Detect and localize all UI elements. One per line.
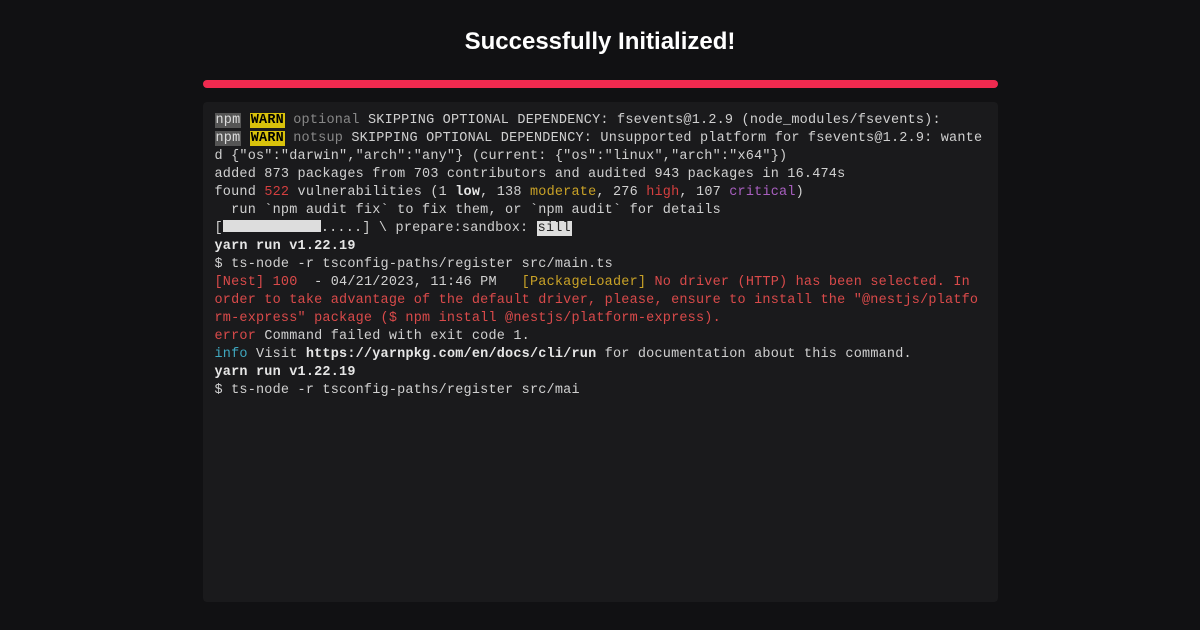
log-text: .....] \ prepare:sandbox: [321,221,537,236]
error-tag: error [215,329,257,344]
vuln-critical: critical [729,185,795,200]
terminal-output: npm WARN optional SKIPPING OPTIONAL DEPE… [203,102,998,602]
log-text: Command failed with exit code 1. [256,329,530,344]
vuln-count: 522 [264,185,289,200]
log-text: , 276 [596,185,646,200]
log-line: [Nest] 100 - 04/21/2023, 11:46 PM [Packa… [215,274,986,328]
log-text: SKIPPING OPTIONAL DEPENDENCY: fsevents@1… [360,113,941,128]
log-text: ) [796,185,804,200]
keyword-notsup: notsup [293,131,343,146]
log-line: yarn run v1.22.19 [215,238,986,256]
log-line: npm WARN optional SKIPPING OPTIONAL DEPE… [215,112,986,130]
log-text: for documentation about this command. [596,347,911,362]
info-tag: info [215,347,248,362]
log-line: [ .....] \ prepare:sandbox: sill [215,220,986,238]
warn-tag: WARN [250,113,285,128]
vuln-high: high [646,185,679,200]
vuln-moderate: moderate [530,185,596,200]
log-text: vulnerabilities (1 [289,185,455,200]
vuln-low: low [455,185,480,200]
log-timestamp: 04/21/2023, 11:46 PM [331,275,522,290]
log-line: run `npm audit fix` to fix them, or `npm… [215,202,986,220]
keyword-optional: optional [293,113,359,128]
log-line: error Command failed with exit code 1. [215,328,986,346]
nest-tag: [Nest] 100 [215,275,315,290]
sill-tag: sill [537,221,572,236]
log-line: npm WARN notsup SKIPPING OPTIONAL DEPEND… [215,130,986,166]
accent-bar [203,80,998,88]
log-text: , 107 [679,185,729,200]
log-line: $ ts-node -r tsconfig-paths/register src… [215,256,986,274]
npm-tag: npm [215,131,242,146]
log-text: , 138 [480,185,530,200]
package-loader-tag: [PackageLoader] [522,275,655,290]
log-line: yarn run v1.22.19 [215,364,986,382]
log-line: added 873 packages from 703 contributors… [215,166,986,184]
log-text: Visit [248,347,306,362]
npm-tag: npm [215,113,242,128]
log-line: info Visit https://yarnpkg.com/en/docs/c… [215,346,986,364]
log-line: $ ts-node -r tsconfig-paths/register src… [215,382,986,400]
progress-bar-icon [223,220,321,232]
log-text: - [314,275,331,290]
warn-tag: WARN [250,131,285,146]
log-text: [ [215,221,223,236]
page-title: Successfully Initialized! [465,28,736,56]
log-text: found [215,185,265,200]
info-url: https://yarnpkg.com/en/docs/cli/run [306,347,597,362]
log-line: found 522 vulnerabilities (1 low, 138 mo… [215,184,986,202]
